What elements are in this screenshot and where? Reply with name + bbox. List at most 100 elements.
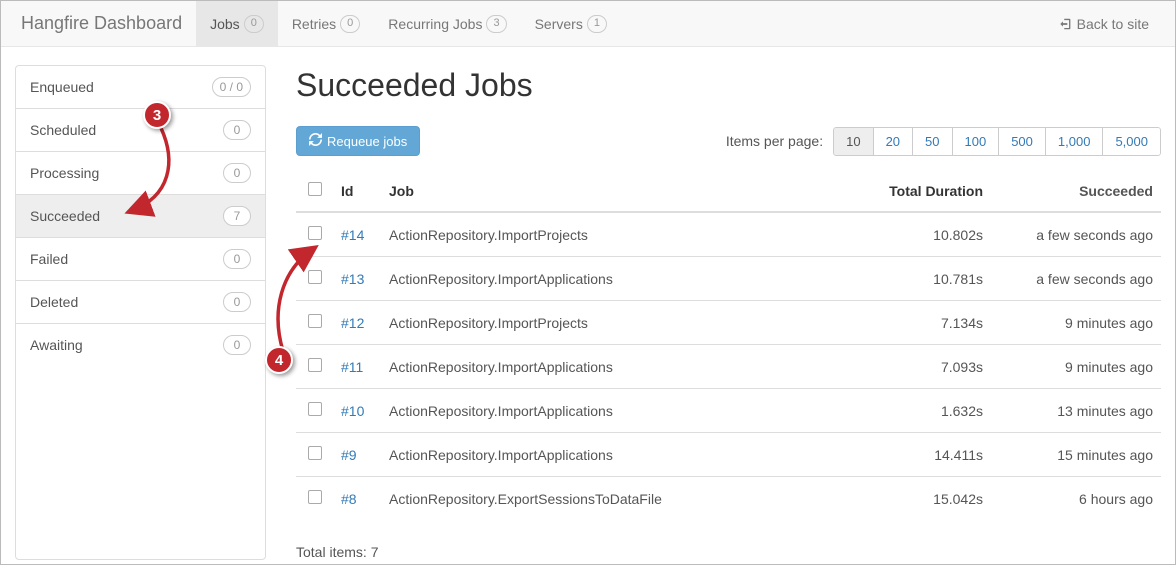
job-name-cell: ActionRepository.ExportSessionsToDataFil… (381, 477, 851, 521)
row-checkbox[interactable] (308, 446, 322, 460)
sidebar-item-label: Awaiting (30, 337, 83, 353)
job-id-link[interactable]: #10 (341, 403, 364, 419)
nav-label: Recurring Jobs (388, 16, 482, 32)
job-id-link[interactable]: #9 (341, 447, 357, 463)
nav-item-jobs[interactable]: Jobs 0 (196, 1, 278, 46)
per-page-label: Items per page: (726, 133, 823, 149)
nav-count-badge: 1 (587, 15, 607, 33)
row-checkbox[interactable] (308, 226, 322, 240)
sidebar-item-enqueued[interactable]: Enqueued 0 / 0 (16, 66, 265, 109)
sidebar-count-badge: 0 (223, 163, 251, 183)
sidebar-item-scheduled[interactable]: Scheduled0 (16, 109, 265, 152)
row-checkbox[interactable] (308, 314, 322, 328)
refresh-icon (309, 133, 322, 149)
nav-item-servers[interactable]: Servers 1 (521, 1, 621, 46)
row-checkbox[interactable] (308, 402, 322, 416)
job-name-cell: ActionRepository.ImportApplications (381, 345, 851, 389)
table-row: #10 ActionRepository.ImportApplications1.… (296, 389, 1161, 433)
nav-count-badge: 0 (244, 15, 264, 33)
duration-cell: 1.632s (851, 389, 991, 433)
col-job: Job (381, 170, 851, 212)
sidebar-item-awaiting[interactable]: Awaiting 0 (16, 324, 265, 366)
sidebar-item-processing[interactable]: Processing 0 (16, 152, 265, 195)
succeeded-cell: a few seconds ago (991, 212, 1161, 257)
nav-label: Retries (292, 16, 336, 32)
job-id-link[interactable]: #14 (341, 227, 364, 243)
sidebar-count-badge: 7 (223, 206, 251, 226)
duration-cell: 14.411s (851, 433, 991, 477)
job-id-link[interactable]: #13 (341, 271, 364, 287)
job-name-cell: ActionRepository.ImportProjects (381, 301, 851, 345)
page-size-1000[interactable]: 1,000 (1045, 127, 1104, 156)
succeeded-cell: 13 minutes ago (991, 389, 1161, 433)
requeue-label: Requeue jobs (327, 134, 407, 149)
page-size-5000[interactable]: 5,000 (1102, 127, 1161, 156)
sidebar-item-label: Enqueued (30, 79, 94, 95)
nav-item-retries[interactable]: Retries 0 (278, 1, 374, 46)
requeue-button[interactable]: Requeue jobs (296, 126, 420, 156)
page-size-100[interactable]: 100 (952, 127, 1000, 156)
page-size-20[interactable]: 20 (873, 127, 913, 156)
jobs-table: Id Job Total Duration Succeeded #14 Actio… (296, 170, 1161, 520)
col-id: Id (333, 170, 381, 212)
sidebar-count-badge: 0 (223, 335, 251, 355)
duration-cell: 15.042s (851, 477, 991, 521)
duration-cell: 7.093s (851, 345, 991, 389)
select-all-checkbox[interactable] (308, 182, 322, 196)
row-checkbox[interactable] (308, 270, 322, 284)
page-size-50[interactable]: 50 (912, 127, 952, 156)
table-row: #12 ActionRepository.ImportProjects7.134s… (296, 301, 1161, 345)
succeeded-cell: 9 minutes ago (991, 301, 1161, 345)
table-row: #11 ActionRepository.ImportApplications7.… (296, 345, 1161, 389)
page-size-group: 1020501005001,0005,000 (833, 127, 1161, 156)
sidebar-item-succeeded[interactable]: Succeeded 7 (16, 195, 265, 238)
nav-label: Jobs (210, 16, 240, 32)
job-id-link[interactable]: #12 (341, 315, 364, 331)
duration-cell: 10.781s (851, 257, 991, 301)
succeeded-cell: 6 hours ago (991, 477, 1161, 521)
row-checkbox[interactable] (308, 358, 322, 372)
annotation-badge-4: 4 (265, 346, 293, 374)
nav-item-recurring-jobs[interactable]: Recurring Jobs 3 (374, 1, 520, 46)
col-succeeded: Succeeded (991, 170, 1161, 212)
job-id-link[interactable]: #8 (341, 491, 357, 507)
brand-link[interactable]: Hangfire Dashboard (13, 1, 196, 46)
page-size-500[interactable]: 500 (998, 127, 1046, 156)
page-title: Succeeded Jobs (296, 67, 1161, 104)
nav-count-badge: 0 (340, 15, 360, 33)
table-row: #9 ActionRepository.ImportApplications14.… (296, 433, 1161, 477)
duration-cell: 7.134s (851, 301, 991, 345)
sidebar-count-badge: 0 / 0 (212, 77, 251, 97)
job-name-cell: ActionRepository.ImportProjects (381, 212, 851, 257)
sidebar-count-badge: 0 (223, 249, 251, 269)
job-name-cell: ActionRepository.ImportApplications (381, 257, 851, 301)
table-row: #8 ActionRepository.ExportSessionsToDataF… (296, 477, 1161, 521)
sidebar-item-failed[interactable]: Failed 0 (16, 238, 265, 281)
sidebar-item-deleted[interactable]: Deleted0 (16, 281, 265, 324)
signout-icon (1059, 17, 1073, 31)
sidebar-item-label: Deleted (30, 294, 78, 310)
succeeded-cell: 15 minutes ago (991, 433, 1161, 477)
main-content: Succeeded Jobs Requeue jobs Items per pa… (266, 65, 1161, 560)
row-checkbox[interactable] (308, 490, 322, 504)
job-name-cell: ActionRepository.ImportApplications (381, 433, 851, 477)
navbar: Hangfire Dashboard Jobs 0Retries 0Recurr… (1, 1, 1175, 47)
job-id-link[interactable]: #11 (341, 359, 363, 375)
sidebar-item-label: Processing (30, 165, 99, 181)
toolbar: Requeue jobs Items per page: 10205010050… (296, 126, 1161, 156)
nav-label: Servers (535, 16, 583, 32)
nav-count-badge: 3 (486, 15, 506, 33)
total-items-label: Total items: 7 (296, 544, 1161, 560)
back-to-site-link[interactable]: Back to site (1045, 16, 1163, 32)
succeeded-cell: 9 minutes ago (991, 345, 1161, 389)
sidebar-item-label: Succeeded (30, 208, 100, 224)
table-row: #14 ActionRepository.ImportProjects10.802… (296, 212, 1161, 257)
succeeded-cell: a few seconds ago (991, 257, 1161, 301)
col-duration: Total Duration (851, 170, 991, 212)
duration-cell: 10.802s (851, 212, 991, 257)
sidebar-item-label: Failed (30, 251, 68, 267)
sidebar: Enqueued0 / 0Scheduled0Processing0Succee… (15, 65, 266, 560)
job-name-cell: ActionRepository.ImportApplications (381, 389, 851, 433)
page-size-10[interactable]: 10 (833, 127, 873, 156)
sidebar-item-label: Scheduled (30, 122, 96, 138)
